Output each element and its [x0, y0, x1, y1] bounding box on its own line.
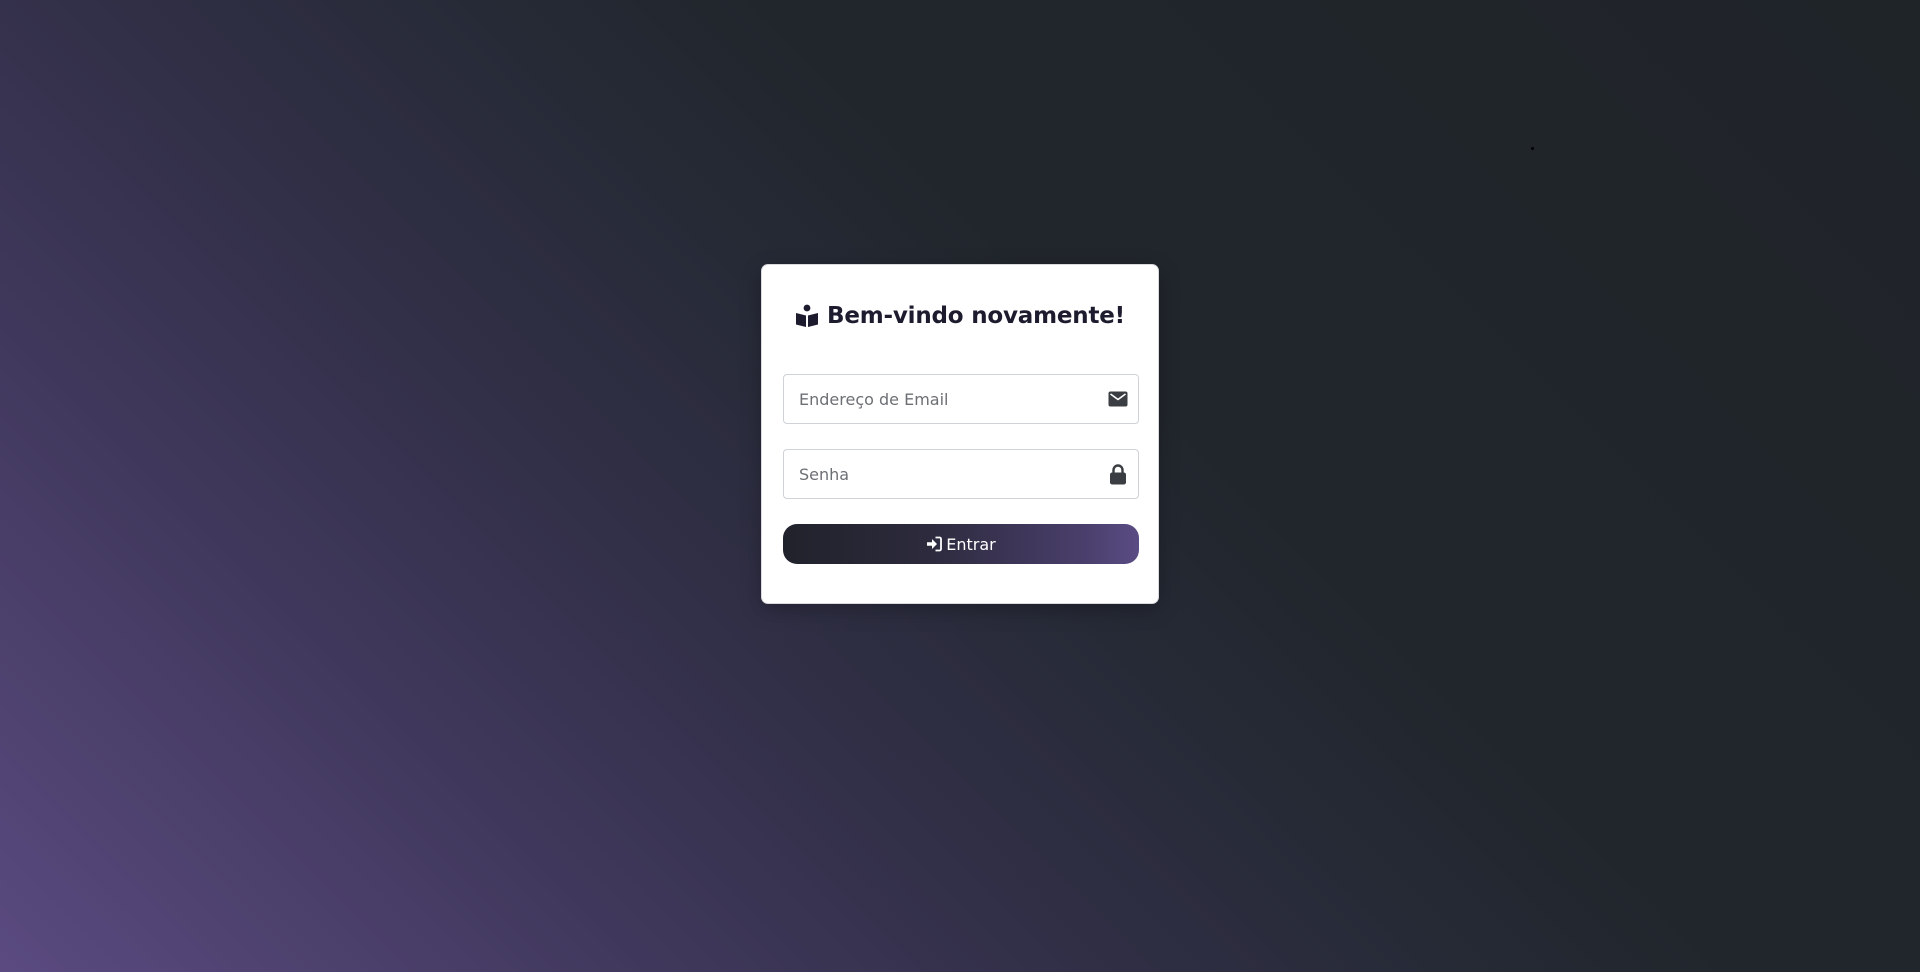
envelope-icon	[1108, 389, 1128, 409]
email-field[interactable]	[783, 374, 1139, 424]
sign-in-icon	[926, 536, 943, 552]
lock-icon	[1108, 463, 1128, 484]
password-input[interactable]	[784, 450, 1138, 498]
book-reader-icon	[795, 304, 819, 328]
login-card: Bem-vindo novamente! Entrar	[761, 264, 1159, 604]
background-speck	[1531, 147, 1534, 150]
email-input[interactable]	[784, 375, 1138, 423]
login-title-text: Bem-vindo novamente!	[827, 303, 1125, 329]
login-title: Bem-vindo novamente!	[762, 303, 1158, 329]
login-button-label: Entrar	[946, 534, 996, 554]
login-button[interactable]: Entrar	[783, 524, 1139, 564]
password-field[interactable]	[783, 449, 1139, 499]
